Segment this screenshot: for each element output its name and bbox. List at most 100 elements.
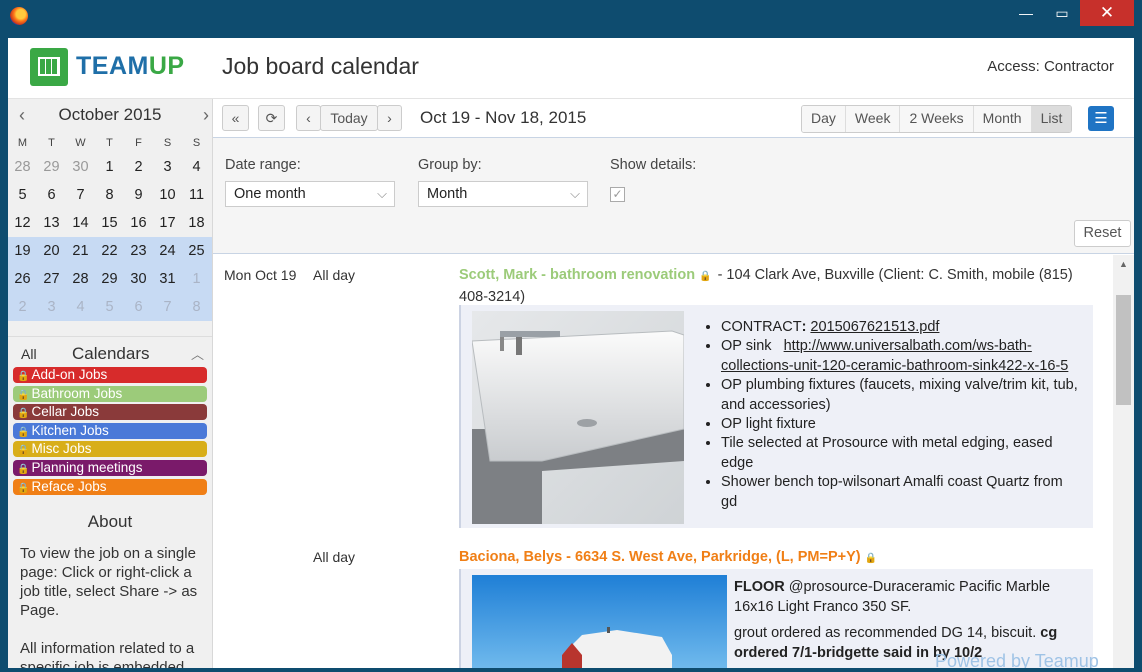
event-description: CONTRACT: 2015067621513.pdf OP sink http…: [703, 318, 1081, 512]
close-window-button[interactable]: ✕: [1080, 0, 1134, 26]
event-title-link[interactable]: Scott, Mark - bathroom renovation: [459, 267, 695, 283]
view-switcher: Day Week 2 Weeks Month List: [801, 105, 1073, 133]
mini-calendar-day[interactable]: 13: [37, 209, 66, 237]
mini-calendar-day[interactable]: 6: [124, 293, 153, 321]
mini-calendar-day[interactable]: 29: [95, 265, 124, 293]
maximize-button[interactable]: ▭: [1044, 0, 1080, 26]
calendar-item[interactable]: 🔒 Bathroom Jobs: [13, 385, 207, 402]
mini-calendar-day[interactable]: 28: [66, 265, 95, 293]
mini-calendar-day[interactable]: 3: [153, 153, 182, 181]
mini-calendar-day[interactable]: 8: [182, 293, 211, 321]
lock-icon: 🔒: [17, 408, 30, 420]
mini-calendar-day[interactable]: 21: [66, 237, 95, 265]
mini-calendar-week: 12 13 14 15 16 17 18: [8, 209, 212, 237]
group-by-select[interactable]: Month ⌵: [418, 181, 588, 207]
mini-calendar-day[interactable]: 5: [95, 293, 124, 321]
view-button-month[interactable]: Month: [973, 106, 1032, 132]
calendar-item[interactable]: 🔒 Kitchen Jobs: [13, 422, 207, 439]
mini-calendar-day[interactable]: 23: [124, 237, 153, 265]
mini-calendar-day[interactable]: 7: [66, 181, 95, 209]
mini-calendar-day[interactable]: 16: [124, 209, 153, 237]
mini-calendar-day[interactable]: 9: [124, 181, 153, 209]
calendar-item[interactable]: 🔒 Add-on Jobs: [13, 367, 207, 383]
refresh-icon[interactable]: ⟳: [258, 105, 285, 131]
mini-calendar-day[interactable]: 20: [37, 237, 66, 265]
calendars-all-toggle[interactable]: All: [21, 346, 37, 362]
mini-calendar-day[interactable]: 31: [153, 265, 182, 293]
mini-calendar-day[interactable]: 15: [95, 209, 124, 237]
powered-by-watermark[interactable]: Powered by Teamup: [935, 651, 1099, 668]
calendar-item[interactable]: 🔒 Reface Jobs: [13, 478, 207, 495]
today-button[interactable]: Today: [320, 105, 378, 131]
filter-panel: Date range: One month ⌵ Group by: Month …: [213, 138, 1134, 254]
calendar-item[interactable]: 🔒 Misc Jobs: [13, 441, 207, 458]
contract-link[interactable]: 2015067621513.pdf: [810, 319, 939, 335]
mini-calendar-day[interactable]: 1: [182, 265, 211, 293]
mini-calendar-day[interactable]: 26: [8, 265, 37, 293]
list-item: CONTRACT: 2015067621513.pdf: [721, 318, 1081, 337]
mini-calendar-day[interactable]: 7: [153, 293, 182, 321]
calendar-item-label: Reface Jobs: [31, 478, 107, 494]
group-by-label: Group by:: [418, 157, 482, 173]
sink-link[interactable]: http://www.universalbath.com/ws-bath-col…: [721, 338, 1068, 373]
mini-calendar-day[interactable]: 14: [66, 209, 95, 237]
show-details-checkbox[interactable]: ✓: [610, 187, 625, 202]
mini-calendar-day[interactable]: 28: [8, 153, 37, 181]
mini-calendar-day[interactable]: 19: [8, 237, 37, 265]
mini-calendar-day[interactable]: 27: [37, 265, 66, 293]
mini-calendar-day[interactable]: 10: [153, 181, 182, 209]
mini-calendar-day[interactable]: 29: [37, 153, 66, 181]
sink-photo: [472, 311, 684, 524]
view-button-day[interactable]: Day: [802, 106, 846, 132]
date-range-select[interactable]: One month ⌵: [225, 181, 395, 207]
mini-calendar-title: October 2015: [58, 105, 162, 124]
next-range-button[interactable]: ›: [377, 105, 402, 131]
mini-calendar-week: 28 29 30 1 2 3 4: [8, 153, 212, 181]
date-range-select-value: One month: [234, 186, 306, 202]
mini-calendar-day[interactable]: 1: [95, 153, 124, 181]
calendar-item[interactable]: 🔒 Cellar Jobs: [13, 404, 207, 421]
event-title-link[interactable]: Baciona, Belys - 6634 S. West Ave, Parkr…: [459, 549, 861, 565]
mini-calendar-day[interactable]: 30: [124, 265, 153, 293]
event-list: Mon Oct 19 All day Scott, Mark - bathroo…: [213, 255, 1113, 668]
mini-calendar-day[interactable]: 12: [8, 209, 37, 237]
view-button-week[interactable]: Week: [845, 106, 901, 132]
day-of-week-label: S: [163, 137, 172, 149]
mini-calendar-day[interactable]: 6: [37, 181, 66, 209]
mini-calendar-day[interactable]: 4: [182, 153, 211, 181]
mini-calendar-day[interactable]: 22: [95, 237, 124, 265]
chevron-up-icon[interactable]: ︿: [191, 344, 204, 363]
mini-calendar-day[interactable]: 17: [153, 209, 182, 237]
mini-calendar-grid: M T W T F S S 28 29 30 1 2 3 4 5 6 7 8 9 10 11 12 13 14 15 16 17 18…: [8, 133, 212, 321]
mini-calendar-day[interactable]: 4: [66, 293, 95, 321]
scrollbar[interactable]: ▲: [1113, 255, 1134, 668]
about-title: About: [87, 512, 133, 531]
mini-calendar-day[interactable]: 3: [37, 293, 66, 321]
menu-icon[interactable]: ☰: [1088, 106, 1114, 131]
mini-calendar-day[interactable]: 30: [66, 153, 95, 181]
mini-calendar-day[interactable]: 25: [182, 237, 211, 265]
mini-calendar-day[interactable]: 8: [95, 181, 124, 209]
jump-back-button[interactable]: «: [222, 105, 249, 131]
mini-calendar-day[interactable]: 24: [153, 237, 182, 265]
mini-calendar-day[interactable]: 18: [182, 209, 211, 237]
mini-calendar-day[interactable]: 2: [8, 293, 37, 321]
brand-logo: TEAMUP: [76, 52, 185, 80]
app-header: TEAMUP Job board calendar Access: Contra…: [8, 38, 1134, 99]
day-of-week-label: M: [17, 137, 28, 149]
view-button-list[interactable]: List: [1031, 106, 1072, 132]
view-button-2-weeks[interactable]: 2 Weeks: [900, 106, 974, 132]
event-time: All day: [313, 267, 356, 283]
calendar-item[interactable]: 🔒 Planning meetings: [13, 459, 207, 476]
mini-calendar-day[interactable]: 5: [8, 181, 37, 209]
event-details-panel: CONTRACT: 2015067621513.pdf OP sink http…: [459, 305, 1093, 528]
scroll-up-arrow-icon[interactable]: ▲: [1113, 255, 1134, 273]
mini-calendar-day[interactable]: 11: [182, 181, 211, 209]
prev-range-button[interactable]: ‹: [296, 105, 321, 131]
mini-calendar-day[interactable]: 2: [124, 153, 153, 181]
minimize-button[interactable]: —: [1008, 0, 1044, 26]
mini-next-month-button[interactable]: ›: [203, 105, 209, 126]
reset-button[interactable]: Reset: [1074, 220, 1131, 247]
lock-icon: 🔒: [17, 445, 30, 457]
scrollbar-thumb[interactable]: [1116, 295, 1131, 405]
